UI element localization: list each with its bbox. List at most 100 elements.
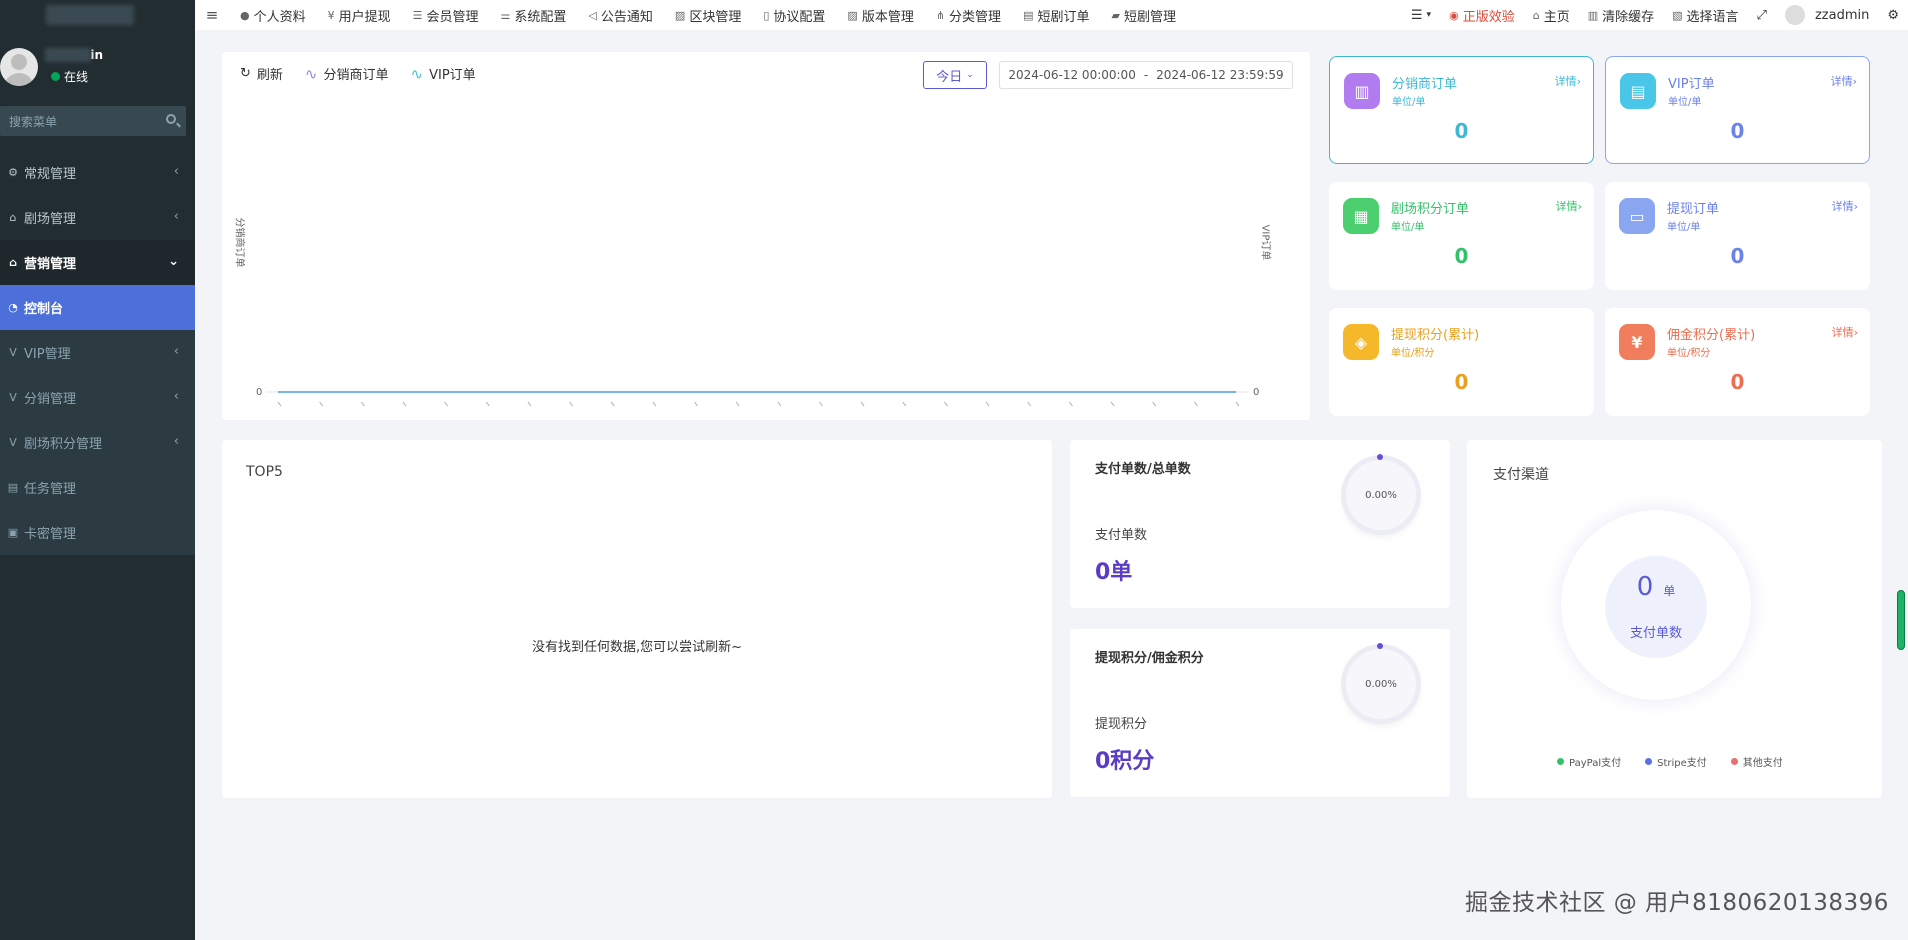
user-menu[interactable]: zzadmin (1776, 0, 1878, 30)
sliders-icon: ⚌ (500, 8, 511, 22)
sidebar-item-cards[interactable]: ▣ 卡密管理 (0, 510, 195, 555)
stat-title: VIP订单 (1668, 77, 1715, 92)
sidebar-item-theater-points[interactable]: V 剧场积分管理 ‹ (0, 420, 195, 465)
x-tick-mark (610, 401, 615, 407)
nav-categories[interactable]: ⋔ 分类管理 (925, 0, 1012, 30)
detail-link[interactable]: 详情› (1832, 324, 1858, 340)
x-tick-mark (402, 401, 407, 407)
home-link[interactable]: ⌂ 主页 (1524, 0, 1579, 30)
yen-icon: ¥ (327, 8, 335, 22)
legend-dot-icon (1557, 758, 1564, 765)
nav-members[interactable]: ☰ 会员管理 (402, 0, 490, 30)
nav-versions[interactable]: ▨ 版本管理 (836, 0, 924, 30)
language-select[interactable]: ▧ 选择语言 (1663, 0, 1747, 30)
stat-unit: 单位/单 (1391, 222, 1425, 233)
x-tick-mark (902, 401, 907, 407)
chevron-down-icon: ⌄ (168, 254, 179, 269)
nav-system-config[interactable]: ⚌ 系统配置 (490, 0, 578, 30)
fullscreen-button[interactable]: ⤢ (1748, 0, 1776, 30)
x-tick-mark (1235, 401, 1240, 407)
nav-drama-manage[interactable]: ▰ 短剧管理 (1100, 0, 1186, 30)
stat-card-commission-points[interactable]: ¥ 佣金积分(累计) 单位/积分 详情› 0 (1605, 308, 1870, 416)
legend-dot-icon (1730, 758, 1738, 765)
nav-agreements[interactable]: ▯ 协议配置 (752, 0, 836, 30)
nav-announcements[interactable]: ◁ 公告通知 (577, 0, 663, 30)
detail-link[interactable]: 详情› (1556, 198, 1582, 214)
x-tick-mark (694, 401, 698, 407)
stat-title: 佣金积分(累计) (1667, 328, 1756, 343)
nav-drama-orders[interactable]: ▤ 短剧订单 (1012, 0, 1100, 30)
pay-ratio-ring: 0.00% (1346, 454, 1416, 530)
x-tick-mark (277, 401, 282, 407)
stat-title: 分销商订单 (1392, 77, 1458, 92)
rss-icon: ◉ (1449, 8, 1459, 22)
legend-dot-icon (1645, 758, 1653, 765)
withdraw-points-value: 0积分 (1095, 749, 1155, 774)
topbar-right: ☰ ▾ ◉ 正版效验 ⌂ 主页 ▥ 清除缓存 ▧ 选择语言 ⤢ zzadmin ⚙ (1402, 0, 1908, 30)
topbar: ≡ ● 个人资料 ¥ 用户提现 ☰ 会员管理 ⚌ 系统配置 ◁ 公告通知 ▨ 区块管理 ▯ 协… (195, 0, 1908, 30)
sidebar-item-theater[interactable]: ⌂ 剧场管理 ‹ (0, 195, 195, 240)
x-tick-mark (1110, 401, 1115, 407)
stat-title: 提现订单 (1667, 202, 1720, 217)
detail-link[interactable]: 详情› (1831, 73, 1857, 89)
sidebar-item-distribution[interactable]: V 分销管理 ‹ (0, 375, 195, 420)
search-icon[interactable] (166, 114, 176, 124)
menu-search-input[interactable]: 搜索菜单 (0, 106, 186, 136)
stat-title: 提现积分(累计) (1391, 328, 1480, 343)
stat-value: 0 (1454, 370, 1469, 394)
avatar[interactable] (0, 48, 38, 86)
online-status: 在线 (51, 68, 88, 85)
pay-ratio-panel: 支付单数/总单数 0.00% 支付单数 0单 (1070, 440, 1450, 608)
home-icon: ⌂ (9, 256, 17, 269)
sidebar-item-tasks[interactable]: ▤ 任务管理 (0, 465, 195, 510)
logo[interactable] (0, 0, 195, 32)
top5-title: TOP5 (246, 464, 283, 480)
stat-card-withdraw-points[interactable]: ◈ 提现积分(累计) 单位/积分 0 (1329, 308, 1594, 416)
legend-paypal[interactable]: PayPal支付 (1557, 754, 1621, 769)
detail-link[interactable]: 详情› (1555, 73, 1581, 89)
stat-card-withdraw-orders[interactable]: ▭ 提现订单 单位/单 详情› 0 (1605, 182, 1870, 290)
sidebar-item-marketing[interactable]: ⌂ 营销管理 ⌄ (0, 240, 195, 285)
clear-cache-button[interactable]: ▥ 清除缓存 (1579, 0, 1663, 30)
sidebar-item-general[interactable]: ⚙ 常规管理 ‹ (0, 150, 195, 195)
x-tick-mark (985, 401, 990, 407)
stat-card-distributor-orders[interactable]: ▥ 分销商订单 单位/单 详情› 0 (1329, 56, 1594, 164)
menu-toggle-icon[interactable]: ≡ (195, 6, 229, 24)
stat-card-vip-orders[interactable]: ▤ VIP订单 单位/单 详情› 0 (1605, 56, 1870, 164)
channel-ring: 0单 支付单数 (1561, 510, 1751, 700)
language-icon: ▧ (1672, 8, 1683, 22)
watermark: 掘金技术社区 @ 用户8180620138396 (1465, 890, 1889, 916)
chevron-left-icon: ‹ (173, 209, 179, 224)
sidebar-item-dashboard[interactable]: ◔ 控制台 (0, 285, 195, 330)
user-icon: ● (240, 8, 250, 22)
nav-withdraw[interactable]: ¥ 用户提现 (317, 0, 402, 30)
withdraw-ratio-ring: 0.00% (1346, 643, 1416, 719)
x-tick-mark (1193, 401, 1198, 407)
empty-message: 没有找到任何数据,您可以尝试刷新~ (531, 640, 743, 655)
card-icon: ▣ (7, 526, 19, 539)
stat-card-theater-point-orders[interactable]: ▦ 剧场积分订单 单位/单 详情› 0 (1329, 182, 1594, 290)
legend-other[interactable]: 其他支付 (1730, 754, 1783, 769)
ring-indicator (1377, 643, 1383, 649)
x-tick-mark (360, 401, 365, 407)
floating-scroll-handle[interactable] (1897, 590, 1905, 650)
license-verify-link[interactable]: ◉ 正版效验 (1440, 0, 1524, 30)
stat-unit: 单位/积分 (1667, 348, 1711, 359)
legend-stripe[interactable]: Stripe支付 (1645, 754, 1707, 769)
top-nav: ● 个人资料 ¥ 用户提现 ☰ 会员管理 ⚌ 系统配置 ◁ 公告通知 ▨ 区块管理 ▯ 协议配… (229, 0, 1187, 30)
nav-blocks[interactable]: ▨ 区块管理 (664, 0, 752, 30)
calendar-icon: ▦ (1343, 198, 1379, 234)
x-tick-mark (777, 401, 782, 407)
file-icon: ▤ (1023, 8, 1034, 22)
ring-indicator (1377, 454, 1383, 460)
document-icon: ▤ (1620, 73, 1656, 109)
document-icon: ▯ (763, 8, 770, 22)
list-icon: ☰ (1410, 7, 1423, 23)
more-menu-button[interactable]: ☰ ▾ (1402, 0, 1440, 30)
chevron-left-icon: ‹ (173, 344, 179, 359)
settings-button[interactable]: ⚙ (1878, 0, 1908, 30)
nav-profile[interactable]: ● 个人资料 (229, 0, 317, 30)
channel-caption: 支付单数 (1629, 626, 1682, 641)
sidebar-item-vip[interactable]: V VIP管理 ‹ (0, 330, 195, 375)
detail-link[interactable]: 详情› (1832, 198, 1858, 214)
